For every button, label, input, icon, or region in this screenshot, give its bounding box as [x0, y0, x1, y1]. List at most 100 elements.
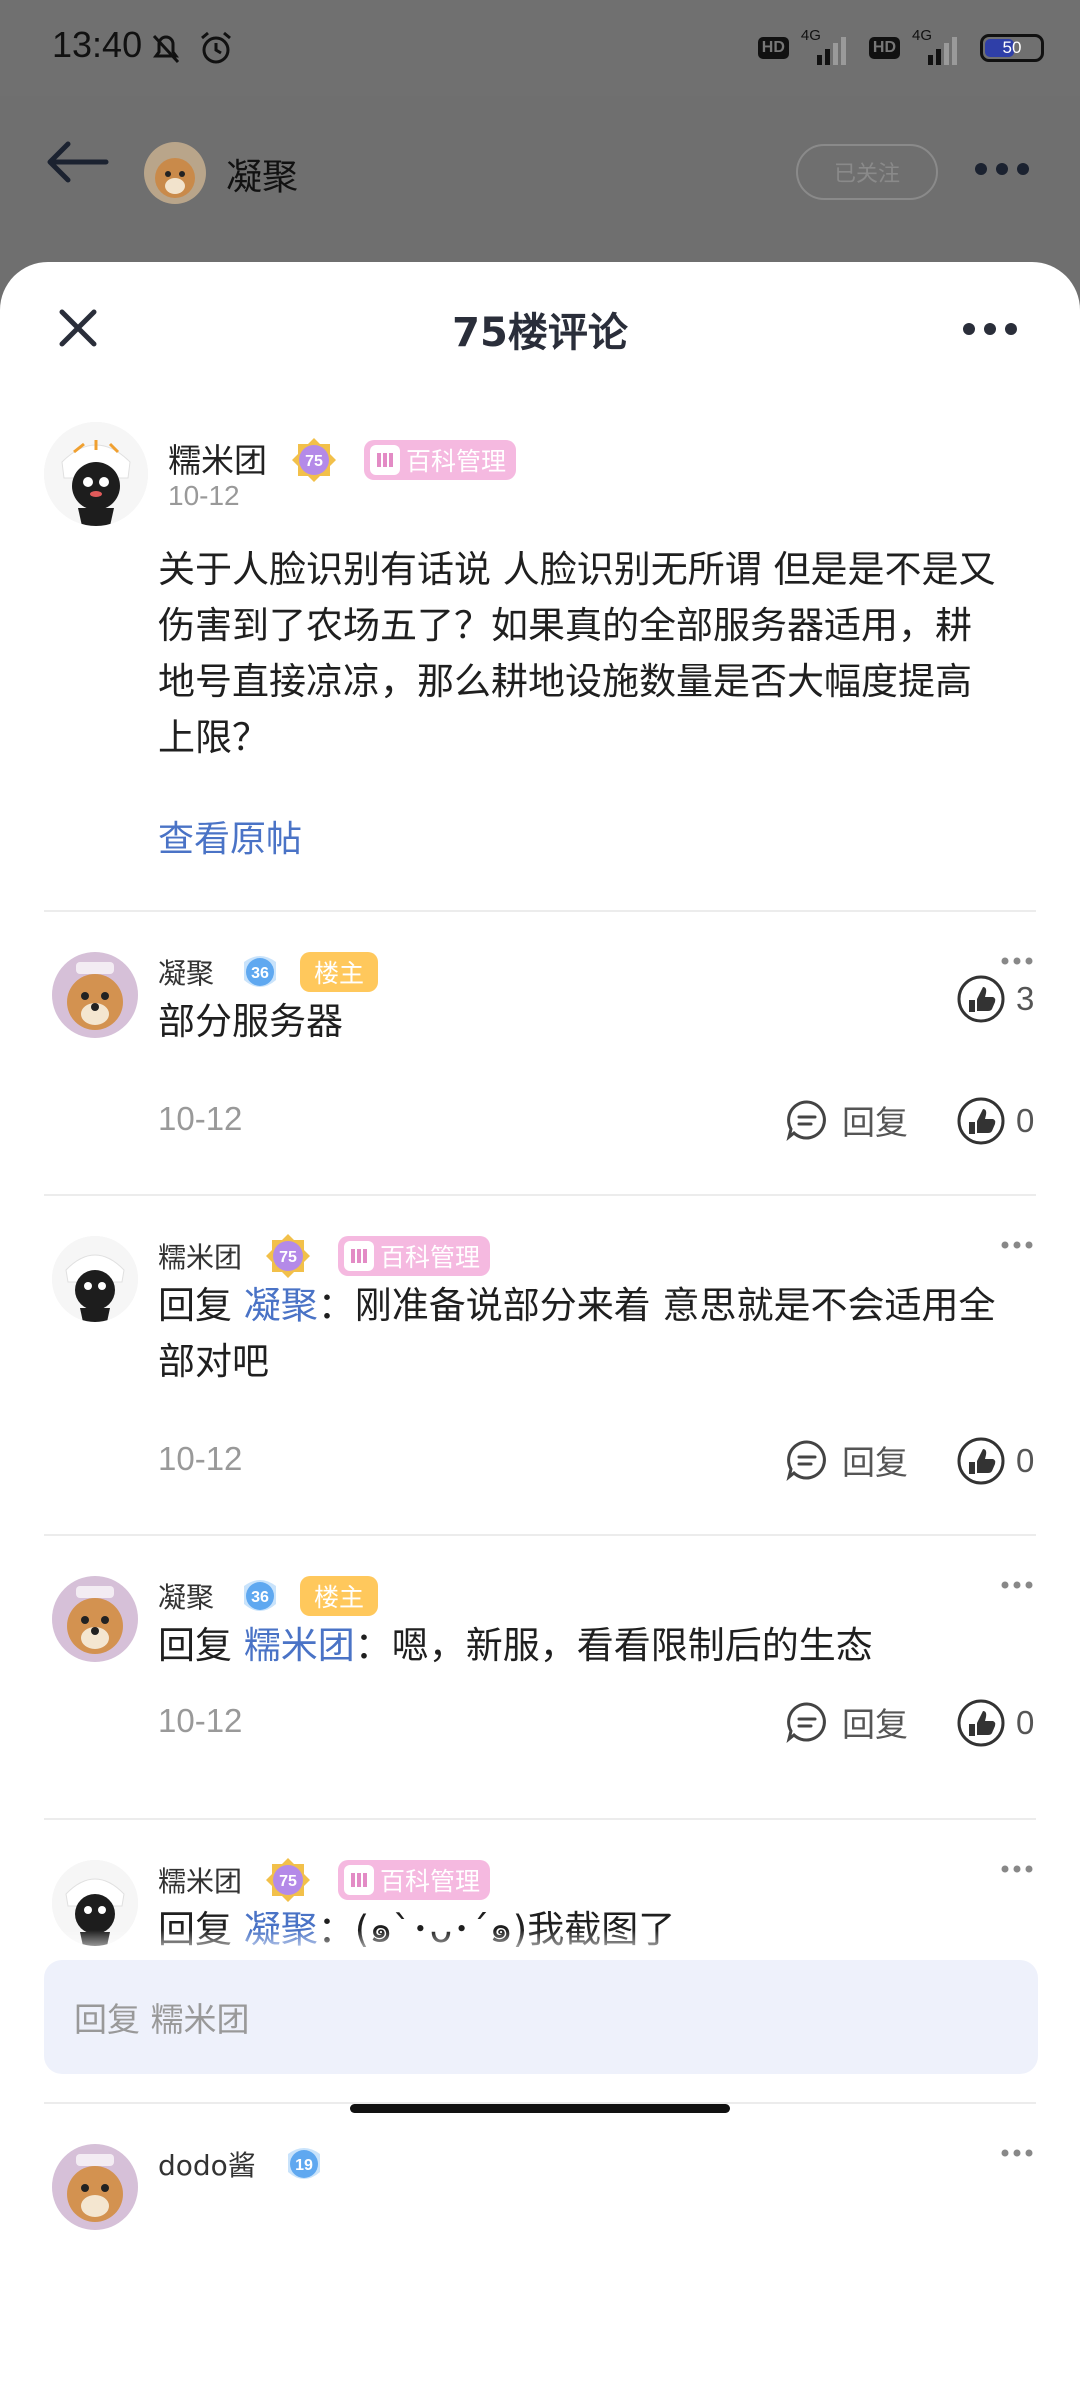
- reply-body: 部分服务器: [158, 1000, 343, 1043]
- more-icon[interactable]: [1000, 1864, 1034, 1874]
- comment-bubble-icon: [786, 1440, 826, 1481]
- comment-date: 10-12: [168, 480, 240, 511]
- author-name[interactable]: 凝聚: [226, 148, 298, 200]
- username[interactable]: 糯米团: [158, 1236, 242, 1276]
- username[interactable]: 凝聚: [158, 952, 214, 992]
- reply-button-label: 回复: [842, 1443, 908, 1482]
- like-count: 0: [1016, 1102, 1035, 1139]
- admin-tag-label: 百科管理: [406, 447, 507, 476]
- avatar[interactable]: [44, 422, 148, 526]
- level-number: 36: [251, 1589, 269, 1606]
- more-icon[interactable]: [1000, 1580, 1034, 1590]
- status-bar: 13:40 HD 4G HD 4G 50: [0, 0, 1080, 96]
- background-post-header: 凝聚 已关注: [0, 96, 1080, 266]
- reply-body: ：嗯，新服，看看限制后的生态: [354, 1624, 873, 1667]
- thumbs-up-icon: [957, 1699, 1005, 1747]
- level-badge-icon: 36: [244, 1580, 276, 1611]
- reply-date: 10-12: [158, 1702, 243, 1739]
- books-icon: [344, 1865, 374, 1895]
- more-icon[interactable]: [1000, 2148, 1034, 2158]
- comment-sheet: 75楼评论 糯米团 75 百科管理 10-12 关于人脸识别有话说 人脸识别无所…: [0, 262, 1080, 2400]
- reply-button[interactable]: 回复: [786, 1096, 908, 1144]
- level-badge-icon: 36: [244, 956, 276, 987]
- mute-bell-icon: [152, 34, 180, 64]
- like-button[interactable]: 0: [956, 1436, 1034, 1486]
- like-count: 0: [1016, 1442, 1035, 1479]
- signal-icon: 4G: [910, 27, 970, 65]
- reply-item: 糯米团 75 百科管理 回复 凝聚：刚准备说部分来着 意思就是不会适用全部对吧 …: [0, 1196, 1080, 1536]
- reply-item: 凝聚 36 楼主 回复 糯米团：嗯，新服，看看限制后的生态 10-12 回复 0: [0, 1536, 1080, 1818]
- reply-input[interactable]: 回复 糯米团: [44, 1960, 1038, 2074]
- reply-text: 回复 凝聚：刚准备说部分来着 意思就是不会适用全部对吧: [158, 1278, 1028, 1390]
- admin-tag-label: 百科管理: [380, 1243, 481, 1272]
- mention-link[interactable]: 糯米团: [244, 1624, 355, 1667]
- reply-text: 回复 糯米团：嗯，新服，看看限制后的生态: [158, 1618, 1028, 1674]
- battery-icon: 50: [980, 34, 1044, 62]
- home-indicator[interactable]: [350, 2104, 730, 2113]
- hd-badge: HD: [868, 37, 900, 59]
- reply-button[interactable]: 回复: [786, 1436, 908, 1484]
- reply-button-label: 回复: [842, 1705, 908, 1744]
- alarm-icon: [201, 31, 231, 64]
- level-number: 75: [305, 453, 323, 470]
- reply-prefix: 回复: [158, 1284, 244, 1327]
- comment-text: 关于人脸识别有话说 人脸识别无所谓 但是是不是又伤害到了农场五了？如果真的全部服…: [158, 548, 996, 759]
- reply-button[interactable]: 回复: [786, 1698, 908, 1746]
- like-button[interactable]: 0: [956, 1096, 1034, 1146]
- level-badge-icon: 75: [266, 1234, 310, 1278]
- reply-text: 部分服务器: [158, 994, 1028, 1050]
- owner-tag: 楼主: [300, 952, 379, 992]
- avatar[interactable]: [52, 1236, 138, 1322]
- author-avatar[interactable]: [144, 142, 206, 204]
- like-button[interactable]: 0: [956, 1698, 1034, 1748]
- avatar[interactable]: [52, 952, 138, 1038]
- sheet-title: 75楼评论: [452, 310, 628, 356]
- follow-button[interactable]: 已关注: [796, 144, 938, 200]
- reply-date: 10-12: [158, 1100, 243, 1137]
- admin-tag: 百科管理: [364, 440, 517, 480]
- avatar[interactable]: [52, 1576, 138, 1662]
- books-icon: [344, 1241, 374, 1271]
- hd-badge: HD: [757, 37, 789, 59]
- reply-prefix: 回复: [158, 1624, 244, 1667]
- list-fade: [0, 1930, 1080, 1960]
- like-count: 0: [1016, 1704, 1035, 1741]
- more-icon[interactable]: [974, 162, 1030, 176]
- more-icon[interactable]: [1000, 1240, 1034, 1250]
- avatar[interactable]: [52, 2144, 138, 2230]
- level-number: 36: [251, 965, 269, 982]
- comment-bubble-icon: [786, 1702, 826, 1743]
- thumbs-up-icon: [957, 1097, 1005, 1145]
- admin-tag: 百科管理: [338, 1236, 491, 1276]
- level-badge-icon: 75: [266, 1858, 310, 1902]
- level-badge-icon: 19: [288, 2148, 320, 2179]
- username[interactable]: 凝聚: [158, 1576, 214, 1616]
- username[interactable]: 糯米团: [168, 434, 267, 482]
- level-number: 19: [295, 2157, 313, 2174]
- owner-tag: 楼主: [300, 1576, 379, 1616]
- level-number: 75: [279, 1873, 297, 1890]
- admin-tag: 百科管理: [338, 1860, 491, 1900]
- back-arrow-icon[interactable]: [44, 140, 110, 184]
- more-icon[interactable]: [1000, 956, 1034, 966]
- username[interactable]: 糯米团: [158, 1860, 242, 1900]
- signal-icon: 4G: [799, 27, 859, 65]
- status-time: 13:40: [52, 24, 143, 65]
- reply-item: dodo酱 19: [0, 2104, 1080, 2230]
- more-icon[interactable]: [962, 322, 1018, 336]
- comment-bubble-icon: [786, 1100, 826, 1141]
- level-badge-icon: 75: [292, 438, 336, 482]
- level-number: 75: [279, 1249, 297, 1266]
- view-original-link[interactable]: 查看原帖: [158, 810, 302, 862]
- books-icon: [370, 445, 400, 475]
- sheet-header: 75楼评论: [0, 262, 1080, 392]
- admin-tag-label: 百科管理: [380, 1867, 481, 1896]
- reply-date: 10-12: [158, 1440, 243, 1477]
- battery-level: 50: [1002, 38, 1022, 57]
- thumbs-up-icon: [957, 1437, 1005, 1485]
- username[interactable]: dodo酱: [158, 2144, 256, 2184]
- reply-button-label: 回复: [842, 1103, 908, 1142]
- mention-link[interactable]: 凝聚: [244, 1284, 318, 1327]
- reply-item: 凝聚 36 楼主 部分服务器 10-12 回复 0: [0, 912, 1080, 1194]
- status-right: HD 4G HD 4G 50: [757, 27, 1044, 66]
